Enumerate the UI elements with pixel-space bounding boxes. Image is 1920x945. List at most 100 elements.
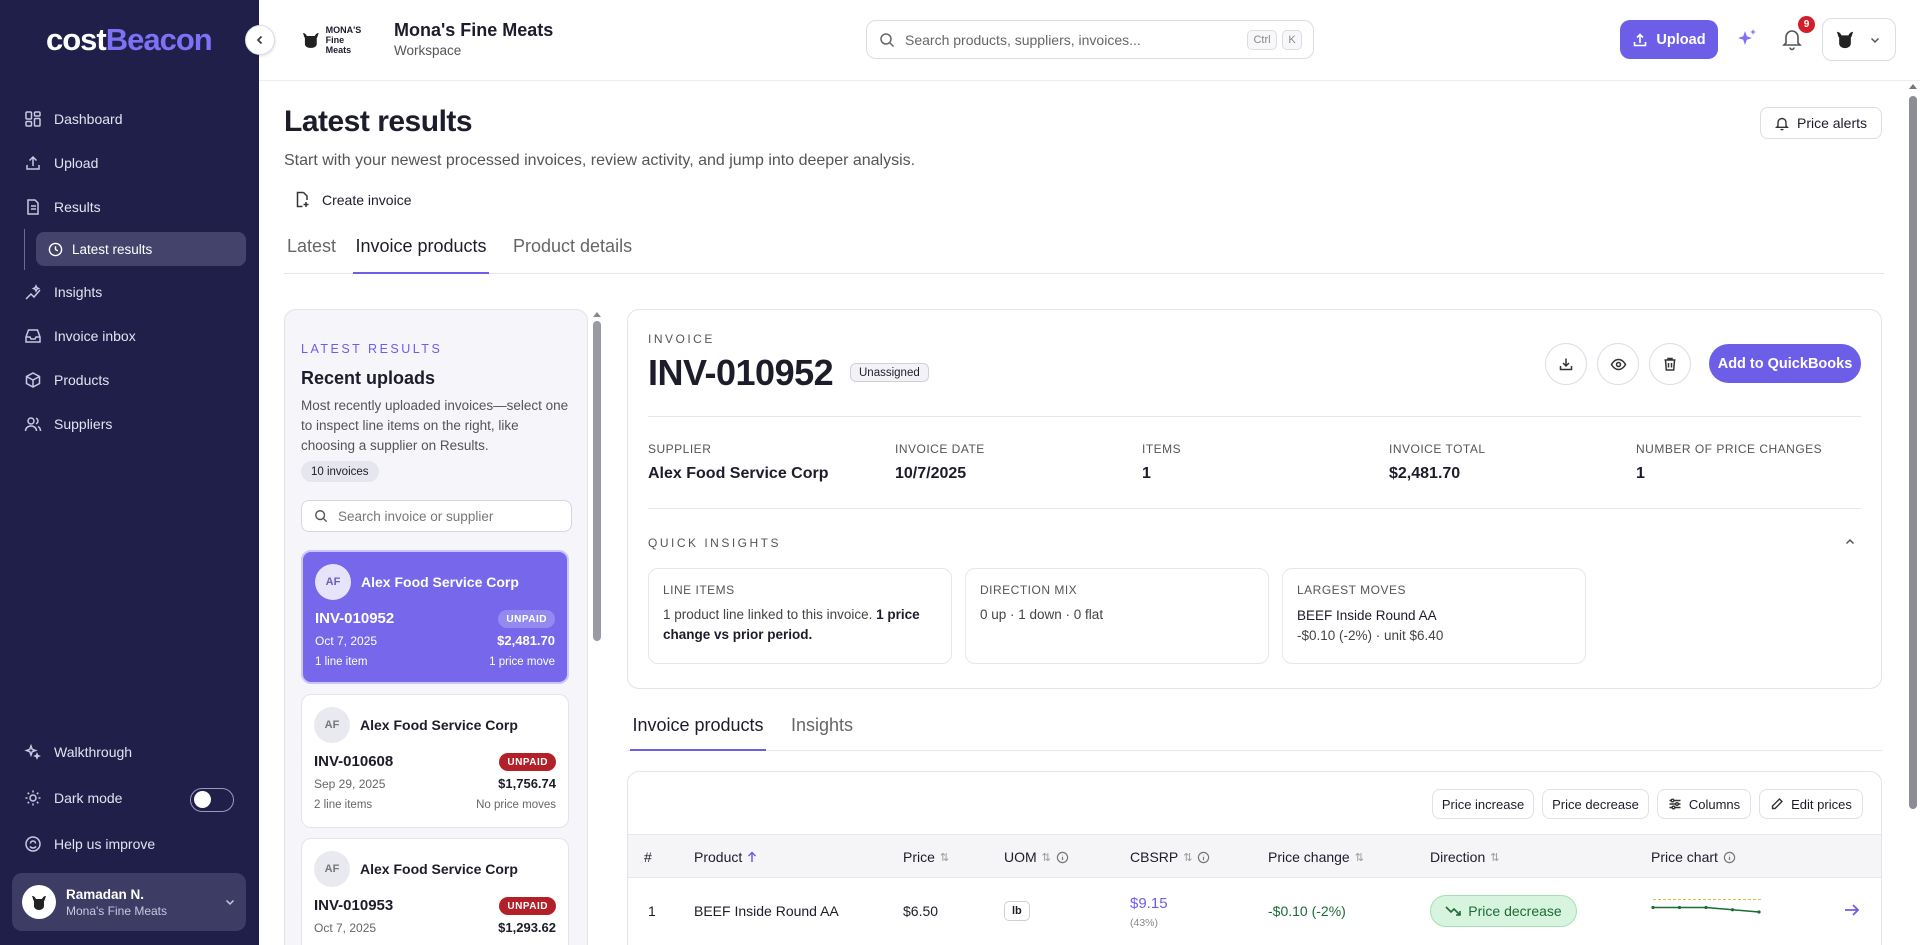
upload-icon [24,154,42,172]
edit-prices-label: Edit prices [1791,796,1852,812]
sidebar-item-label: Suppliers [54,416,113,432]
account-logo-icon [1831,26,1859,54]
invoice-card[interactable]: AF Alex Food Service Corp INV-010608 UNP… [301,694,569,828]
sidebar-item-upload[interactable]: Upload [0,141,259,185]
invoice-card[interactable]: AF Alex Food Service Corp INV-010953 UNP… [301,838,569,945]
kbd-k: K [1282,30,1302,50]
invoice-count-badge: 10 invoices [301,461,379,482]
supplier-name: Alex Food Service Corp [360,861,518,877]
create-invoice-label: Create invoice [322,191,412,208]
line-item-count: 1 line item [315,656,368,668]
user-menu[interactable]: Ramadan N. Mona's Fine Meats [12,873,246,931]
sidebar-item-label: Invoice inbox [54,328,136,344]
sidebar-item-insights[interactable]: Insights [0,270,259,314]
invoice-search-input[interactable]: Search invoice or supplier [301,500,572,532]
sidebar-item-results[interactable]: Results [0,185,259,229]
delete-button[interactable] [1649,343,1691,385]
dark-mode-toggle[interactable] [190,788,234,812]
panel-scrollbar[interactable] [591,309,603,945]
preview-button[interactable] [1597,343,1639,385]
brand-logo[interactable]: costBeacon [46,22,213,58]
sidebar-item-invoice-inbox[interactable]: Invoice inbox [0,314,259,358]
scrollbar-thumb[interactable] [593,321,601,641]
invoice-id: INV-010952 [315,610,395,627]
create-invoice-button[interactable]: Create invoice [294,191,412,208]
row-uom: lb [1004,901,1030,921]
download-button[interactable] [1545,343,1587,385]
upload-icon [1632,32,1648,48]
price-sparkline[interactable] [1651,894,1765,930]
price-increase-filter[interactable]: Price increase [1432,789,1534,819]
meta-label: SUPPLIER [648,442,712,456]
sidebar-item-products[interactable]: Products [0,358,259,402]
tab-latest[interactable]: Latest [287,236,336,274]
add-to-quickbooks-button[interactable]: Add to QuickBooks [1709,344,1861,383]
price-decrease-filter[interactable]: Price decrease [1542,789,1649,819]
search-input[interactable]: Search products, suppliers, invoices... [905,32,1141,48]
meta-value: $2,481.70 [1389,465,1461,482]
row-cbsrp-pct: (43%) [1130,917,1159,929]
sidebar-item-label: Results [54,199,101,215]
scrollbar-thumb[interactable] [1909,96,1917,809]
insight-card-line-items: LINE ITEMS 1 product line linked to this… [648,568,952,664]
clock-icon [48,242,63,257]
invoice-subtabs: Invoice products Insights [627,707,1882,751]
tab-invoice-products[interactable]: Invoice products [630,707,766,751]
status-badge: UNPAID [499,897,556,915]
sidebar-item-suppliers[interactable]: Suppliers [0,402,259,446]
upload-button[interactable]: Upload [1620,20,1718,59]
edit-prices-button[interactable]: Edit prices [1759,789,1863,819]
scroll-up-arrow[interactable] [1906,81,1920,91]
price-alerts-button[interactable]: Price alerts [1760,107,1882,139]
invoice-card[interactable]: AF Alex Food Service Corp INV-010952 UNP… [301,550,569,684]
sidebar-item-latest-results[interactable]: Latest results [36,232,246,266]
tab-product-details[interactable]: Product details [513,236,632,274]
sliders-icon [1668,797,1682,811]
dashboard-icon [24,110,42,128]
page-scrollbar[interactable] [1906,81,1920,945]
meta-value: 1 [1636,465,1645,482]
spark-point [1730,908,1735,912]
invoice-eyebrow: INVOICE [648,332,715,346]
chevron-up-icon[interactable] [1844,536,1856,548]
row-product[interactable]: BEEF Inside Round AA [694,903,839,919]
dark-mode-label: Dark mode [54,789,123,806]
help-label: Help us improve [54,835,156,852]
col-direction[interactable]: Direction ⇅ [1430,849,1499,865]
sidebar-item-dashboard[interactable]: Dashboard [0,97,259,141]
col-uom[interactable]: UOM ⇅ [1004,849,1069,865]
col-num: # [644,849,652,865]
col-cbsrp[interactable]: CBSRP ⇅ [1130,849,1210,865]
collapse-sidebar-button[interactable] [245,25,275,55]
invoice-date: Oct 7, 2025 [314,921,377,935]
meta-label: NUMBER OF PRICE CHANGES [1636,442,1823,456]
row-num: 1 [648,903,656,919]
sidebar-item-label: Upload [54,155,99,171]
notification-badge: 9 [1798,16,1815,33]
price-alerts-label: Price alerts [1796,115,1868,131]
global-search[interactable]: Search products, suppliers, invoices... … [866,20,1314,59]
col-price-chart: Price chart [1651,849,1736,865]
invoice-detail-panel: INVOICE INV-010952 Unassigned Add to Qui… [627,309,1882,689]
divider [648,508,1861,509]
table-row[interactable]: 1 BEEF Inside Round AA $6.50 lb $9.15 (4… [628,878,1881,945]
scroll-up-arrow[interactable] [591,309,603,319]
arrow-right-icon[interactable] [1843,902,1861,918]
col-product[interactable]: Product [694,849,757,865]
meta-invoice-date: INVOICE DATE 10/7/2025 [895,442,985,483]
meta-supplier: SUPPLIER Alex Food Service Corp [648,442,829,483]
tab-invoice-products[interactable]: Invoice products [353,236,489,274]
workspace-name[interactable]: Mona's Fine Meats [394,20,553,41]
ai-sparkle-icon[interactable] [1734,26,1760,52]
col-price-change[interactable]: Price change ⇅ [1268,849,1364,865]
walkthrough-link[interactable]: Walkthrough [0,729,259,774]
supplier-avatar: AF [314,851,350,887]
workspace-subtitle: Workspace [394,43,462,58]
col-price[interactable]: Price ⇅ [903,849,949,865]
download-icon [1558,356,1574,372]
help-link[interactable]: Help us improve [0,821,259,866]
columns-button[interactable]: Columns [1657,789,1751,819]
account-menu[interactable] [1822,18,1896,61]
spark-point [1757,910,1761,914]
tab-insights[interactable]: Insights [791,707,853,751]
